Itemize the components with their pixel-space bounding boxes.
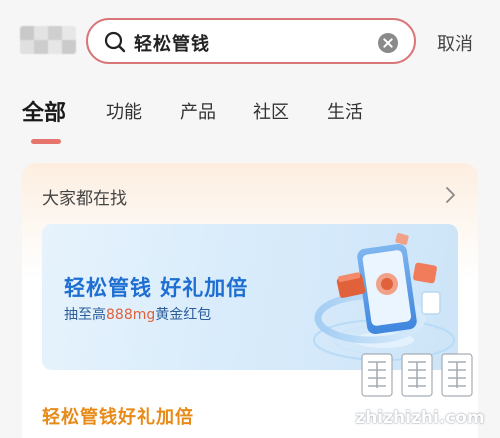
promo-banner[interactable]: 轻松管钱 好礼加倍 抽至高888mg黄金红包 — [42, 224, 458, 370]
banner-sub-highlight: 888mg — [106, 307, 156, 323]
tab-all[interactable]: 全部 — [22, 95, 66, 127]
chevron-right-icon[interactable] — [442, 186, 458, 204]
phone-illustration-icon — [313, 233, 455, 361]
search-query: 轻松管钱 — [134, 34, 210, 55]
cancel-button[interactable]: 取消 — [437, 30, 473, 56]
banner-title: 轻松管钱 好礼加倍 — [64, 276, 249, 300]
search-input[interactable]: 轻松管钱 — [86, 18, 416, 64]
tab-products[interactable]: 产品 — [180, 98, 216, 124]
result-item-title[interactable]: 轻松管钱好礼加倍 — [42, 403, 194, 429]
avatar[interactable] — [20, 26, 76, 54]
watermark-text: zhizhizhi.com — [355, 408, 485, 428]
tab-community[interactable]: 社区 — [253, 98, 289, 124]
active-tab-indicator — [31, 139, 61, 144]
search-icon — [104, 31, 126, 53]
site-watermark: zhizhizhi.com — [350, 350, 490, 434]
watermark-logo-icon — [361, 353, 473, 397]
section-title: 大家都在找 — [42, 189, 127, 209]
banner-sub-suffix: 黄金红包 — [155, 307, 212, 323]
banner-sub-prefix: 抽至高 — [64, 307, 106, 323]
tab-life[interactable]: 生活 — [327, 98, 363, 124]
banner-subtitle: 抽至高888mg黄金红包 — [64, 304, 211, 324]
tab-features[interactable]: 功能 — [106, 98, 142, 124]
clear-icon[interactable] — [378, 33, 398, 53]
